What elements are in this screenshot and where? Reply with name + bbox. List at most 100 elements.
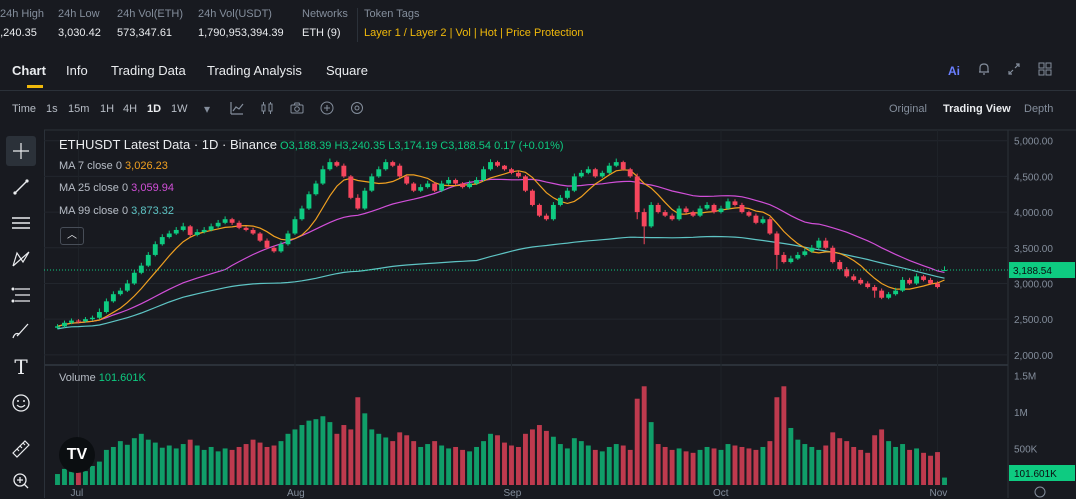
volume-bar — [341, 425, 347, 485]
volume-bar — [383, 437, 389, 485]
candle-body — [404, 176, 410, 184]
axis-settings-icon — [1034, 486, 1046, 498]
candle-body — [529, 190, 535, 205]
volume-bar — [369, 429, 375, 485]
price-tick-label: 2,500.00 — [1014, 315, 1053, 326]
candle-body — [509, 169, 514, 173]
candle-body — [774, 233, 780, 255]
candle-body — [446, 179, 452, 184]
volume-bar — [725, 444, 731, 485]
volume-bar — [599, 451, 605, 485]
candle-body — [634, 176, 640, 213]
price-tick-label: 4,500.00 — [1014, 172, 1053, 183]
volume-bar — [816, 449, 822, 485]
volume-bar — [509, 445, 514, 485]
volume-bar — [543, 430, 549, 485]
candle-body — [355, 197, 361, 209]
candle-body — [362, 190, 368, 209]
volume-bar — [641, 386, 647, 485]
candle-body — [683, 208, 689, 213]
candle-body — [467, 183, 473, 188]
candle-body — [676, 208, 682, 220]
volume-bar — [166, 445, 172, 485]
candle-body — [620, 162, 626, 170]
candle-body — [851, 276, 857, 280]
candle-body — [697, 208, 703, 216]
volume-bar — [278, 441, 284, 485]
volume-bar — [830, 432, 836, 485]
candle-body — [327, 162, 333, 170]
volume-bar — [690, 452, 696, 485]
ma-value: 3,873.32 — [131, 205, 174, 217]
volume-bar — [557, 444, 563, 485]
candle-body — [893, 290, 899, 295]
volume-bar — [194, 445, 200, 485]
volume-bar — [592, 449, 598, 485]
volume-bar — [222, 448, 228, 485]
volume-bar — [879, 429, 885, 485]
volume-bar — [634, 398, 640, 485]
volume-bar — [152, 442, 158, 485]
candle-body — [571, 176, 577, 191]
candle-body — [879, 290, 885, 298]
candle-body — [376, 169, 382, 177]
candle-body — [264, 240, 270, 248]
candle-body — [502, 165, 507, 170]
volume-bar — [697, 449, 703, 485]
candle-body — [243, 227, 249, 230]
candle-body — [690, 212, 696, 216]
candle-body — [96, 312, 102, 318]
candle-body — [69, 320, 74, 323]
price-tick-label: 5,000.00 — [1014, 137, 1053, 148]
candle-body — [495, 162, 500, 166]
candle-body — [641, 212, 647, 227]
candle-body — [481, 169, 486, 180]
chart-legend-header: ETHUSDT Latest Data · 1D · Binance O3,18… — [59, 137, 564, 152]
volume-bar — [921, 452, 926, 485]
volume-bar — [844, 441, 850, 485]
candle-body — [928, 279, 933, 284]
volume-bar — [676, 448, 682, 485]
candle-body — [704, 204, 710, 209]
candle-body — [711, 204, 717, 213]
price-chart[interactable]: 2,000.00 2,500.00 3,000.00 3,500.00 4,000.00… — [0, 0, 1076, 498]
candle-body — [201, 229, 207, 233]
volume-bar — [669, 449, 675, 485]
candle-body — [418, 187, 424, 191]
time-tick-label: Sep — [503, 488, 521, 498]
legend-volume[interactable]: Volume 101.601K — [59, 372, 146, 384]
volume-bar — [802, 444, 808, 485]
volume-bar — [362, 413, 368, 485]
candle-body — [592, 169, 598, 177]
volume-bar — [96, 461, 102, 485]
volume-bar — [550, 436, 556, 485]
candle-body — [194, 232, 200, 235]
candle-body — [523, 176, 528, 191]
volume-bar — [488, 433, 493, 485]
volume-bar — [404, 435, 410, 485]
candle-body — [809, 247, 815, 252]
last-price-label: 3,188.54 — [1013, 266, 1052, 277]
candle-body — [313, 183, 319, 195]
ma25-line — [57, 178, 945, 327]
candle-body — [236, 222, 242, 228]
candle-body — [138, 265, 144, 273]
volume-tick-label: 1M — [1014, 408, 1028, 419]
candle-body — [159, 237, 165, 245]
time-tick-label: Jul — [70, 488, 83, 498]
collapse-legend-button[interactable]: ︿ — [60, 227, 84, 245]
candle-body — [921, 276, 926, 280]
price-tick-label: 3,500.00 — [1014, 244, 1053, 255]
legend-ma99[interactable]: MA 99 close 0 3,873.32 — [59, 205, 174, 217]
volume-bar — [795, 439, 801, 485]
legend-ma25[interactable]: MA 25 close 0 3,059.94 — [59, 182, 174, 194]
volume-bar — [914, 448, 920, 485]
volume-bar — [893, 446, 899, 485]
volume-bar — [229, 449, 235, 485]
volume-bar — [124, 444, 130, 485]
candle-body — [390, 162, 396, 166]
legend-ma7[interactable]: MA 7 close 0 3,026.23 — [59, 160, 168, 172]
candle-body — [285, 233, 291, 245]
candle-body — [166, 233, 172, 238]
candle-body — [606, 165, 612, 173]
